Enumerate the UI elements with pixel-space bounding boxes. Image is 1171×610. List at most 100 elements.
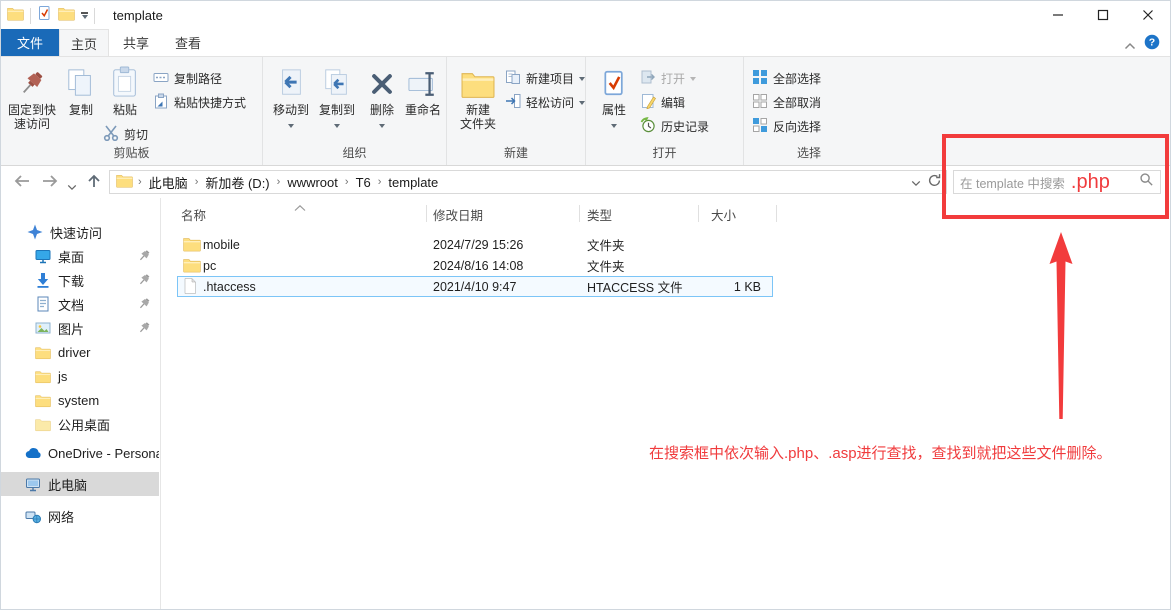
folder-icon	[35, 369, 51, 384]
select-none-button[interactable]: 全部取消	[752, 93, 821, 112]
folder-icon	[35, 393, 51, 408]
sidebar-item-this-pc[interactable]: 此电脑	[1, 472, 159, 496]
network-icon	[25, 508, 41, 524]
pin-to-quick-access-button[interactable]: 固定到快 速访问	[5, 63, 59, 131]
forward-icon[interactable]	[41, 173, 59, 194]
cut-button[interactable]: 剪切	[103, 125, 148, 144]
properties-button[interactable]: 属性	[594, 63, 634, 131]
ribbon-group-organize: 移动到 复制到 删除 重命名 组织	[263, 57, 447, 165]
edit-button[interactable]: 编辑	[640, 93, 685, 112]
column-header-date-modified[interactable]: 修改日期	[433, 204, 483, 224]
annotation-instruction-text: 在搜索框中依次输入.php、.asp进行查找，查找到就把这些文件删除。	[649, 442, 1112, 463]
back-icon[interactable]	[13, 173, 31, 194]
maximize-button[interactable]	[1080, 1, 1125, 29]
app-folder-icon	[7, 6, 24, 26]
group-label-clipboard: 剪贴板	[1, 144, 262, 161]
file-row-pc[interactable]: pc 2024/8/16 14:08 文件夹	[161, 255, 1170, 276]
close-button[interactable]	[1125, 1, 1170, 29]
column-header-type[interactable]: 类型	[587, 204, 612, 224]
pictures-icon	[35, 320, 51, 336]
new-item-button[interactable]: 新建项目	[505, 69, 585, 88]
sidebar-item-quick-access[interactable]: 快速访问	[1, 220, 159, 244]
sidebar-item-public-desktop[interactable]: 公用桌面	[1, 412, 159, 436]
open-button[interactable]: 打开	[640, 69, 696, 88]
annotation-arrow-icon	[1035, 229, 1087, 424]
pin-icon	[137, 249, 151, 266]
pin-icon	[5, 63, 59, 99]
folder-icon	[35, 345, 51, 360]
history-button[interactable]: 历史记录	[640, 117, 709, 136]
edit-pencil-icon	[640, 93, 656, 112]
address-bar[interactable]: › 此电脑 › 新加卷 (D:) › wwwroot › T6 › templa…	[109, 170, 947, 194]
sidebar-item-driver[interactable]: driver	[1, 340, 159, 364]
paste-button[interactable]: 粘贴	[103, 63, 147, 117]
this-pc-icon	[25, 476, 41, 492]
tab-view[interactable]: 查看	[163, 29, 213, 56]
qat-properties-icon[interactable]	[37, 5, 52, 26]
sidebar-item-network[interactable]: 网络	[1, 504, 159, 528]
sidebar-item-desktop[interactable]: 桌面	[1, 244, 159, 268]
column-header-size[interactable]: 大小	[711, 204, 736, 224]
collapse-ribbon-icon[interactable]	[1124, 37, 1136, 55]
sidebar-item-js[interactable]: js	[1, 364, 159, 388]
up-icon[interactable]	[85, 173, 103, 194]
copy-to-button[interactable]: 复制到	[315, 63, 359, 131]
breadcrumb-this-pc[interactable]: 此电脑	[143, 173, 194, 192]
title-bar: template	[1, 1, 1170, 29]
select-all-button[interactable]: 全部选择	[752, 69, 821, 88]
column-divider[interactable]	[426, 205, 427, 222]
qat-customize-dropdown-icon[interactable]	[81, 12, 88, 19]
divider	[30, 8, 31, 24]
invert-selection-button[interactable]: 反向选择	[752, 117, 821, 136]
ribbon-group-clipboard: 固定到快 速访问 复制 粘贴 剪切 复制路径 粘贴快捷方式	[1, 57, 263, 165]
easy-access-icon	[505, 93, 521, 112]
new-folder-button[interactable]: 新建 文件夹	[453, 63, 503, 131]
qat-new-folder-icon[interactable]	[58, 6, 75, 26]
sidebar: 快速访问 桌面 下载 文档 图片	[1, 198, 161, 610]
column-divider[interactable]	[698, 205, 699, 222]
quick-access-toolbar	[7, 5, 95, 26]
location-folder-icon	[110, 173, 137, 191]
minimize-button[interactable]	[1035, 1, 1080, 29]
tab-home[interactable]: 主页	[59, 29, 109, 56]
column-divider[interactable]	[776, 205, 777, 222]
file-row-mobile[interactable]: mobile 2024/7/29 15:26 文件夹	[161, 234, 1170, 255]
folder-icon	[183, 257, 201, 276]
sort-ascending-icon[interactable]	[294, 198, 306, 216]
sidebar-item-documents[interactable]: 文档	[1, 292, 159, 316]
column-divider[interactable]	[579, 205, 580, 222]
delete-button[interactable]: 删除	[363, 63, 401, 131]
rename-button[interactable]: 重命名	[401, 63, 445, 117]
open-icon	[640, 69, 656, 88]
sidebar-item-system[interactable]: system	[1, 388, 159, 412]
recent-locations-dropdown-icon[interactable]	[67, 178, 77, 196]
rename-icon	[401, 63, 445, 99]
tab-file[interactable]: 文件	[1, 29, 59, 56]
breadcrumb-wwwroot[interactable]: wwwroot	[281, 175, 344, 190]
copy-path-icon	[153, 69, 169, 88]
sidebar-item-downloads[interactable]: 下载	[1, 268, 159, 292]
explorer-window: template 文件 主页 共享 查看 固定到快 速访问 复制	[0, 0, 1171, 610]
breadcrumb-t6[interactable]: T6	[350, 175, 377, 190]
document-icon	[35, 296, 51, 312]
tab-share[interactable]: 共享	[111, 29, 161, 56]
help-icon[interactable]	[1144, 34, 1160, 55]
move-to-button[interactable]: 移动到	[269, 63, 313, 131]
copy-button[interactable]: 复制	[61, 63, 101, 117]
breadcrumb-template[interactable]: template	[382, 175, 444, 190]
address-history-dropdown-icon[interactable]	[911, 175, 921, 190]
select-none-icon	[752, 93, 768, 112]
ribbon-group-open: 属性 打开 编辑 历史记录 打开	[586, 57, 744, 165]
breadcrumb-drive-d[interactable]: 新加卷 (D:)	[199, 173, 275, 192]
divider	[94, 8, 95, 24]
pin-icon	[137, 321, 151, 338]
file-row-htaccess[interactable]: .htaccess 2021/4/10 9:47 HTACCESS 文件 1 K…	[161, 276, 1170, 297]
sidebar-item-pictures[interactable]: 图片	[1, 316, 159, 340]
paste-shortcut-button[interactable]: 粘贴快捷方式	[153, 93, 246, 112]
sidebar-item-onedrive[interactable]: OneDrive - Persona	[1, 441, 159, 465]
column-header-name[interactable]: 名称	[181, 204, 206, 224]
refresh-icon[interactable]	[927, 173, 942, 191]
easy-access-button[interactable]: 轻松访问	[505, 93, 585, 112]
copy-icon	[61, 63, 101, 99]
copy-path-button[interactable]: 复制路径	[153, 69, 222, 88]
